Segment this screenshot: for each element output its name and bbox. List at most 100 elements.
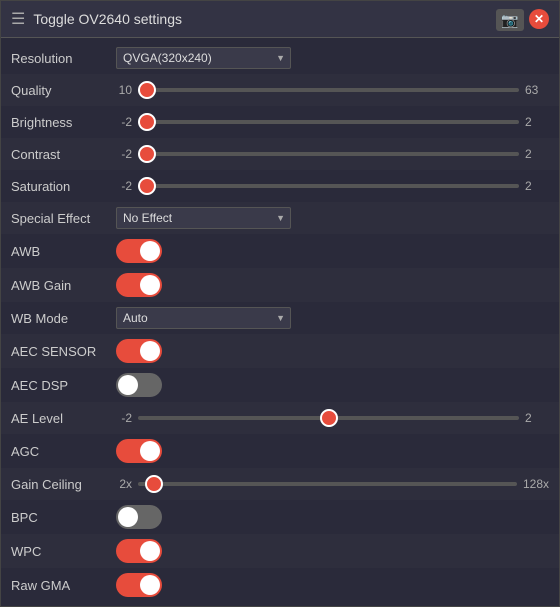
quality-row: Quality 10 63 [1,74,559,106]
quality-max-label: 63 [525,83,549,97]
awb-gain-toggle-knob [140,275,160,295]
aec-sensor-label: AEC SENSOR [11,344,116,359]
saturation-slider[interactable] [138,184,519,188]
wpc-toggle-track [116,539,162,563]
special-effect-label: Special Effect [11,211,116,226]
special-effect-row: Special Effect No Effect Negative Graysc… [1,202,559,234]
quality-slider-container: 10 63 [116,83,549,97]
wpc-toggle[interactable] [116,539,162,563]
settings-content: Resolution QVGA(320x240) VGA(640x480) SV… [1,38,559,606]
special-effect-select[interactable]: No Effect Negative Grayscale Red Tint Gr… [116,207,291,229]
agc-label: AGC [11,444,116,459]
quality-min-label: 10 [116,83,132,97]
window-title: Toggle OV2640 settings [33,11,182,27]
gain-ceiling-row: Gain Ceiling 2x 128x [1,468,559,500]
brightness-row: Brightness -2 2 [1,106,559,138]
raw-gma-controls [116,573,549,597]
brightness-slider[interactable] [138,120,519,124]
aec-sensor-toggle-track [116,339,162,363]
aec-dsp-toggle[interactable] [116,373,162,397]
bpc-row: BPC [1,500,559,534]
gain-ceiling-max-label: 128x [523,477,549,491]
saturation-slider-container: -2 2 [116,179,549,193]
raw-gma-label: Raw GMA [11,578,116,593]
awb-row: AWB [1,234,559,268]
awb-toggle-track [116,239,162,263]
awb-gain-row: AWB Gain [1,268,559,302]
camera-icon: 📷 [496,9,524,31]
raw-gma-toggle[interactable] [116,573,162,597]
awb-toggle-knob [140,241,160,261]
bpc-toggle-knob [118,507,138,527]
awb-controls [116,239,549,263]
aec-sensor-controls [116,339,549,363]
title-bar: ☰ Toggle OV2640 settings 📷 ✕ [1,1,559,38]
gain-ceiling-label: Gain Ceiling [11,477,116,492]
agc-row: AGC [1,434,559,468]
bpc-toggle-track [116,505,162,529]
settings-window: ☰ Toggle OV2640 settings 📷 ✕ Resolution … [0,0,560,607]
quality-slider[interactable] [138,88,519,92]
wb-mode-controls: Auto Sunny Cloudy Office Home [116,307,549,329]
resolution-controls: QVGA(320x240) VGA(640x480) SVGA(800x600) [116,47,549,69]
contrast-max-label: 2 [525,147,549,161]
aec-sensor-toggle-knob [140,341,160,361]
saturation-label: Saturation [11,179,116,194]
awb-gain-toggle-track [116,273,162,297]
brightness-label: Brightness [11,115,116,130]
ae-level-slider[interactable] [138,416,519,420]
resolution-row: Resolution QVGA(320x240) VGA(640x480) SV… [1,42,559,74]
resolution-dropdown-wrapper: QVGA(320x240) VGA(640x480) SVGA(800x600) [116,47,291,69]
contrast-row: Contrast -2 2 [1,138,559,170]
ae-level-row: AE Level -2 2 [1,402,559,434]
wb-mode-dropdown-wrapper: Auto Sunny Cloudy Office Home [116,307,291,329]
bpc-label: BPC [11,510,116,525]
raw-gma-toggle-knob [140,575,160,595]
bpc-toggle[interactable] [116,505,162,529]
contrast-min-label: -2 [116,147,132,161]
close-button[interactable]: ✕ [529,9,549,29]
wpc-label: WPC [11,544,116,559]
special-effect-controls: No Effect Negative Grayscale Red Tint Gr… [116,207,549,229]
awb-gain-controls [116,273,549,297]
wpc-row: WPC [1,534,559,568]
menu-icon[interactable]: ☰ [11,9,25,29]
aec-dsp-toggle-track [116,373,162,397]
aec-sensor-toggle[interactable] [116,339,162,363]
saturation-row: Saturation -2 2 [1,170,559,202]
aec-dsp-controls [116,373,549,397]
resolution-select[interactable]: QVGA(320x240) VGA(640x480) SVGA(800x600) [116,47,291,69]
contrast-slider-container: -2 2 [116,147,549,161]
ae-level-max-label: 2 [525,411,549,425]
saturation-max-label: 2 [525,179,549,193]
wpc-controls [116,539,549,563]
agc-toggle-track [116,439,162,463]
quality-label: Quality [11,83,116,98]
special-effect-dropdown-wrapper: No Effect Negative Grayscale Red Tint Gr… [116,207,291,229]
ae-level-slider-container: -2 2 [116,411,549,425]
wb-mode-select[interactable]: Auto Sunny Cloudy Office Home [116,307,291,329]
raw-gma-row: Raw GMA [1,568,559,602]
aec-dsp-row: AEC DSP [1,368,559,402]
awb-toggle[interactable] [116,239,162,263]
saturation-min-label: -2 [116,179,132,193]
resolution-label: Resolution [11,51,116,66]
brightness-slider-container: -2 2 [116,115,549,129]
gain-ceiling-slider-container: 2x 128x [116,477,549,491]
aec-dsp-toggle-knob [118,375,138,395]
bpc-controls [116,505,549,529]
brightness-max-label: 2 [525,115,549,129]
raw-gma-toggle-track [116,573,162,597]
aec-dsp-label: AEC DSP [11,378,116,393]
agc-controls [116,439,549,463]
agc-toggle[interactable] [116,439,162,463]
contrast-label: Contrast [11,147,116,162]
contrast-slider[interactable] [138,152,519,156]
gain-ceiling-min-label: 2x [116,477,132,491]
wpc-toggle-knob [140,541,160,561]
brightness-min-label: -2 [116,115,132,129]
gain-ceiling-slider[interactable] [138,482,517,486]
agc-toggle-knob [140,441,160,461]
awb-gain-toggle[interactable] [116,273,162,297]
aec-sensor-row: AEC SENSOR [1,334,559,368]
